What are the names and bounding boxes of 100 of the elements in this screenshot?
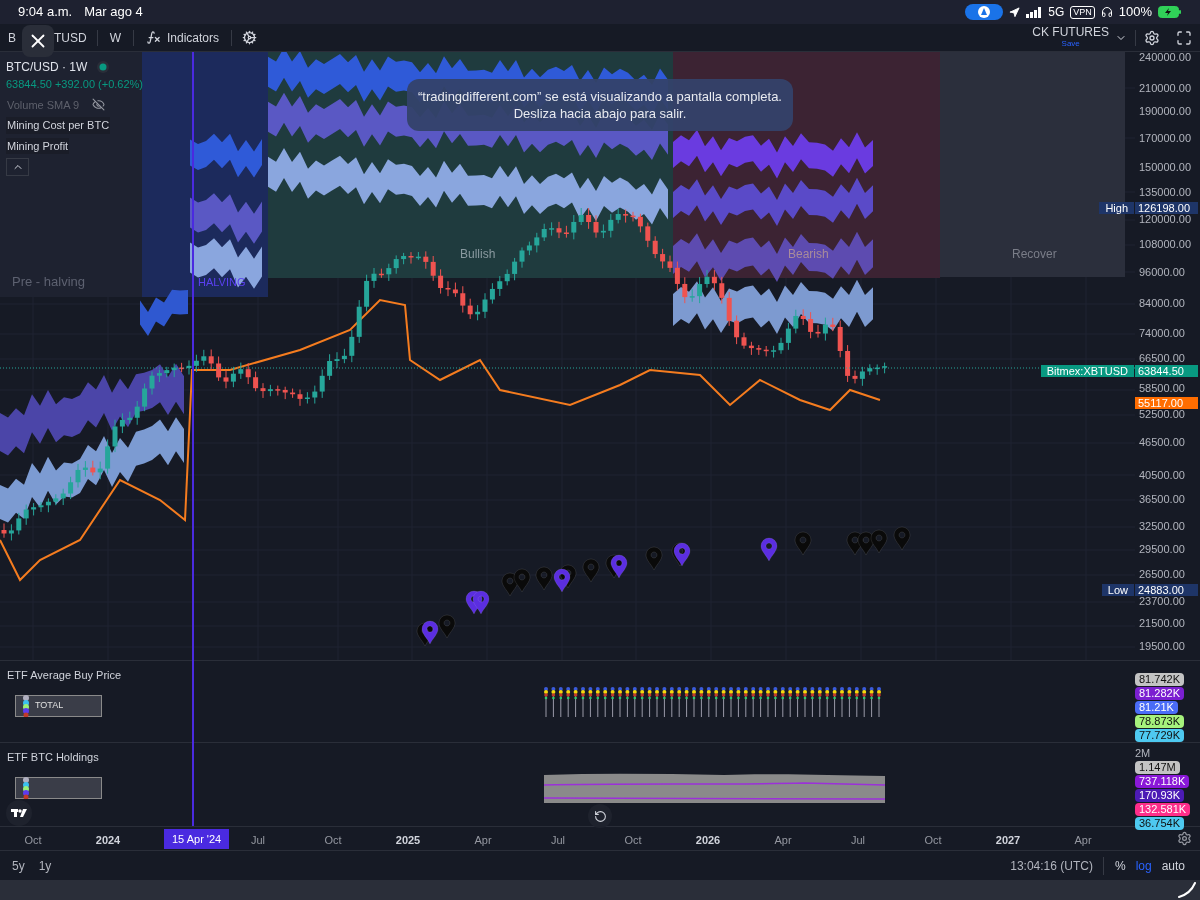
value-label: 132.581K — [1135, 803, 1191, 816]
axis-label: 2M — [1135, 747, 1152, 759]
save-label: Save — [1061, 37, 1080, 49]
time-label: 2027 — [995, 833, 1021, 848]
symbol-title: BTC/USD · 1W — [6, 59, 88, 76]
crosshair-date: 15 Apr '24 — [164, 829, 230, 849]
clock-text: 9:04 a.m. — [18, 3, 73, 22]
price-label: 190000.00 — [1139, 106, 1191, 118]
utc-clock: 13:04:16 (UTC) — [1010, 857, 1093, 875]
price-band — [140, 289, 188, 336]
cog-icon — [242, 30, 258, 45]
price-label: 150000.00 — [1139, 161, 1191, 173]
signal-icon — [1026, 6, 1043, 18]
settings-icon[interactable] — [1177, 831, 1192, 846]
headphones-icon — [1100, 6, 1113, 18]
time-label: Apr — [474, 833, 492, 848]
price-band — [190, 238, 262, 289]
price-marker: 63844.50 — [1135, 364, 1198, 377]
scale-toggle[interactable]: auto — [1156, 856, 1190, 875]
value-label: 1.147M — [1135, 761, 1180, 774]
marker-label: Bitmex:XBTUSD — [1040, 364, 1134, 377]
notice-text: Desliza hacia abajo para salir. — [513, 105, 687, 122]
time-label: 2024 — [95, 833, 121, 848]
time-label: Oct — [624, 833, 642, 848]
scale-toggle[interactable]: % — [1109, 856, 1131, 875]
time-label: Apr — [1074, 833, 1092, 848]
close-button[interactable] — [22, 25, 54, 57]
price-label: 23700.00 — [1139, 595, 1185, 607]
notice-text: “tradingdifferent.com” se está visualizando a pantalla completa. — [418, 88, 782, 105]
app-pill-icon — [965, 4, 1004, 20]
price-label: 21500.00 — [1139, 618, 1185, 630]
price-label: 108000.00 — [1139, 239, 1191, 251]
status-dot-icon — [97, 61, 110, 73]
settings-icon — [1144, 29, 1160, 46]
price-marker: 126198.00 — [1135, 202, 1198, 215]
price-label: 210000.00 — [1139, 82, 1191, 94]
price-band — [190, 193, 262, 244]
price-label: 135000.00 — [1139, 186, 1191, 198]
price-label: 36500.00 — [1139, 494, 1185, 506]
location-icon — [1009, 6, 1021, 18]
zone-label: Pre - halving — [12, 273, 85, 291]
value-label: 77.729K — [1135, 729, 1184, 742]
price-label: 19500.00 — [1139, 641, 1185, 653]
layout-button[interactable]: CK FUTURES Save — [1024, 24, 1135, 51]
marker-label: Low — [1101, 583, 1134, 596]
indicators-button[interactable]: Indicators — [134, 24, 232, 51]
value-label: 78.873K — [1135, 715, 1184, 728]
symbol-button[interactable]: B TUSD — [0, 24, 97, 51]
price-label: 96000.00 — [1139, 266, 1185, 278]
zone-label: Bullish — [460, 246, 496, 263]
layout-name: CK FUTURES — [1032, 26, 1109, 38]
time-label: 2025 — [395, 833, 421, 848]
resize-handle-icon[interactable] — [1178, 882, 1196, 898]
price-label: 74000.00 — [1139, 328, 1185, 339]
time-label: Apr — [774, 833, 792, 848]
indicator-label[interactable]: Mining Cost per BTC — [6, 117, 111, 134]
pane-title: ETF Average Buy Price — [7, 668, 122, 683]
collapse-button[interactable] — [6, 158, 29, 176]
legend-dots-icon — [21, 777, 31, 799]
value-label: 170.93K — [1135, 789, 1184, 802]
reset-button[interactable] — [588, 804, 612, 828]
price-label: 66500.00 — [1139, 353, 1185, 365]
hidden-eye-icon — [92, 98, 106, 112]
value-label: 737.118K — [1135, 775, 1190, 788]
time-label: 2026 — [695, 833, 721, 848]
function-icon — [146, 30, 161, 45]
time-label: Jul — [250, 833, 266, 848]
vpn-badge: VPN — [1070, 5, 1095, 19]
range-button[interactable]: 5y — [10, 856, 27, 875]
price-label: 40500.00 — [1139, 469, 1185, 481]
price-band — [190, 133, 262, 178]
fullscreen-icon — [1176, 29, 1192, 46]
price-label: 170000.00 — [1139, 132, 1191, 144]
zone-label: Bearish — [788, 246, 829, 263]
marker-label: High — [1099, 202, 1134, 215]
price-marker: 24883.00 — [1135, 583, 1198, 596]
price-label: 52500.00 — [1139, 408, 1185, 420]
time-label: Oct — [924, 833, 942, 848]
time-label: Jul — [850, 833, 866, 848]
range-button[interactable]: 1y — [36, 856, 54, 875]
price-label: 26500.00 — [1139, 569, 1185, 581]
legend-dots-icon — [21, 695, 31, 717]
date-text: Mar ago 4 — [84, 3, 143, 22]
value-label: 81.742K — [1135, 673, 1184, 686]
value-label: 36.754K — [1135, 817, 1184, 830]
time-label: Jul — [550, 833, 566, 848]
interval-button[interactable]: W — [97, 24, 133, 51]
price-label: 46500.00 — [1139, 437, 1185, 449]
time-label: Oct — [24, 833, 42, 848]
scale-toggle[interactable]: log — [1130, 856, 1157, 875]
battery-icon — [1158, 6, 1182, 18]
reset-icon — [593, 809, 607, 823]
pane-title: ETF BTC Holdings — [7, 750, 99, 765]
price-marker: 55117.00 — [1135, 396, 1198, 409]
quote-text: 63844.50 +392.00 (+0.62%) — [6, 77, 143, 92]
value-label: 81.282K — [1135, 687, 1184, 700]
value-label: 81.21K — [1135, 701, 1178, 714]
legend-label: TOTAL — [35, 699, 64, 713]
network-text: 5G — [1048, 4, 1065, 21]
price-label: 84000.00 — [1139, 298, 1185, 310]
